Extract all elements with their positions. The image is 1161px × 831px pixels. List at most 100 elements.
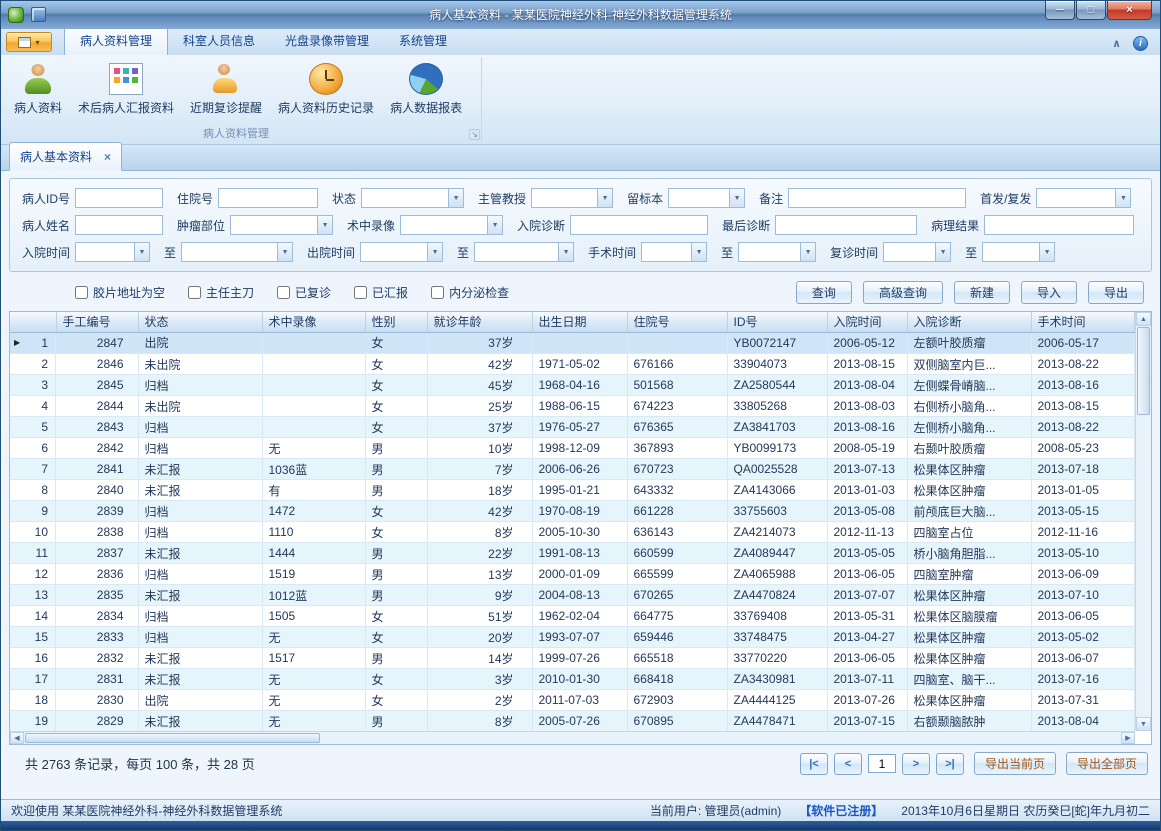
dropdown-arrow-icon[interactable]: ▼ [134, 243, 149, 261]
tool-followup-reminder[interactable]: 近期复诊提醒 [183, 59, 269, 120]
table-row[interactable]: 22846未出院女42岁1971-05-02676166339040732013… [10, 354, 1135, 375]
table-row[interactable]: 172831未汇报无女3岁2010-01-30668418ZA343098120… [10, 669, 1135, 690]
dropdown-arrow-icon[interactable]: ▼ [1039, 243, 1054, 261]
dropdown-arrow-icon[interactable]: ▼ [729, 189, 744, 207]
tool-postop-report[interactable]: 术后病人汇报资料 [71, 59, 181, 120]
maximize-button[interactable]: □ [1076, 1, 1106, 20]
dialog-launcher-icon[interactable]: ↘ [469, 129, 480, 140]
ribbon-menu-button[interactable]: ▾ [6, 32, 52, 52]
table-row[interactable]: ▶12847出院女37岁YB00721472006-05-12左额叶胶质瘤200… [10, 332, 1135, 354]
prev-page-button[interactable]: < [834, 753, 862, 775]
filter-input-patient-name[interactable] [75, 215, 163, 235]
table-row[interactable]: 192829未汇报无男8岁2005-07-26670895ZA447847120… [10, 711, 1135, 732]
filter-input-admission-diagnosis[interactable] [570, 215, 708, 235]
query-button[interactable]: 查询 [796, 281, 852, 304]
filter-combo-surgery-date-to[interactable]: ▼ [738, 242, 816, 262]
title-bar[interactable]: 病人基本资料 - 某某医院神经外科-神经外科数据管理系统 ─ □ × [1, 1, 1160, 29]
column-header-manual-no[interactable]: 手工编号 [56, 312, 138, 332]
close-button[interactable]: × [1107, 1, 1152, 20]
advanced-query-button[interactable]: 高级查询 [863, 281, 943, 304]
last-page-button[interactable]: >| [936, 753, 964, 775]
tab-department-staff[interactable]: 科室人员信息 [168, 27, 270, 55]
dropdown-arrow-icon[interactable]: ▼ [597, 189, 612, 207]
filter-input-inpatient-no[interactable] [218, 188, 318, 208]
endocrine-exam-checkbox[interactable] [431, 286, 444, 299]
filter-combo-intraop-video[interactable]: ▼ [400, 215, 503, 235]
info-icon[interactable]: i [1133, 36, 1148, 51]
table-row[interactable]: 82840未汇报有男18岁1995-01-21643332ZA414306620… [10, 480, 1135, 501]
tool-data-report[interactable]: 病人数据报表 [383, 59, 469, 120]
filter-combo-discharge-date-from[interactable]: ▼ [360, 242, 443, 262]
column-header-gender[interactable]: 性别 [365, 312, 427, 332]
dropdown-arrow-icon[interactable]: ▼ [1115, 189, 1130, 207]
dropdown-arrow-icon[interactable]: ▼ [558, 243, 573, 261]
table-row[interactable]: 42844未出院女25岁1988-06-15674223338052682013… [10, 396, 1135, 417]
table-row[interactable]: 92839归档1472女42岁1970-08-19661228337556032… [10, 501, 1135, 522]
table-row[interactable]: 72841未汇报1036蓝男7岁2006-06-26670723QA002552… [10, 459, 1135, 480]
scroll-left-icon[interactable]: ◀ [10, 732, 24, 744]
film-address-empty-checkbox[interactable] [75, 286, 88, 299]
scroll-right-icon[interactable]: ▶ [1121, 732, 1135, 744]
checkbox-chief-surgeon-operated[interactable]: 主任主刀 [188, 284, 254, 301]
filter-combo-followup-date-from[interactable]: ▼ [883, 242, 951, 262]
checkbox-reported[interactable]: 已汇报 [354, 284, 408, 301]
filter-combo-supervising-professor[interactable]: ▼ [531, 188, 613, 208]
next-page-button[interactable]: > [902, 753, 930, 775]
table-row[interactable]: 132835未汇报1012蓝男9岁2004-08-13670265ZA44708… [10, 585, 1135, 606]
scroll-down-icon[interactable]: ▼ [1136, 717, 1151, 731]
tool-patient-info[interactable]: 病人资料 [7, 59, 69, 120]
quick-access-icon[interactable] [31, 7, 46, 22]
checkbox-followup-done[interactable]: 已复诊 [277, 284, 331, 301]
scroll-track[interactable] [321, 732, 1121, 744]
import-button[interactable]: 导入 [1021, 281, 1077, 304]
tool-history[interactable]: 病人资料历史记录 [271, 59, 381, 120]
tab-close-icon[interactable]: × [104, 150, 111, 164]
export-all-pages-button[interactable]: 导出全部页 [1066, 752, 1148, 775]
followup-done-checkbox[interactable] [277, 286, 290, 299]
table-row[interactable]: 112837未汇报1444男22岁1991-08-13660599ZA40894… [10, 543, 1135, 564]
filter-combo-first-or-recurrent[interactable]: ▼ [1036, 188, 1131, 208]
export-button[interactable]: 导出 [1088, 281, 1144, 304]
dropdown-arrow-icon[interactable]: ▼ [277, 243, 292, 261]
table-row[interactable]: 142834归档1505女51岁1962-02-0466477533769408… [10, 606, 1135, 627]
new-button[interactable]: 新建 [954, 281, 1010, 304]
table-row[interactable]: 52843归档女37岁1976-05-27676365ZA38417032013… [10, 417, 1135, 438]
minimize-button[interactable]: ─ [1045, 1, 1075, 20]
horizontal-scroll-thumb[interactable] [25, 733, 320, 743]
filter-input-final-diagnosis[interactable] [775, 215, 917, 235]
filter-combo-status[interactable]: ▼ [361, 188, 464, 208]
tab-patient-data-management[interactable]: 病人资料管理 [64, 26, 168, 56]
column-header-birth-date[interactable]: 出生日期 [532, 312, 627, 332]
dropdown-arrow-icon[interactable]: ▼ [691, 243, 706, 261]
column-header-inpatient-no[interactable]: 住院号 [627, 312, 727, 332]
filter-combo-admission-date-to[interactable]: ▼ [181, 242, 293, 262]
column-header-id-no[interactable]: ID号 [727, 312, 827, 332]
collapse-ribbon-icon[interactable]: ∧ [1112, 37, 1121, 50]
filter-combo-discharge-date-to[interactable]: ▼ [474, 242, 574, 262]
chief-surgeon-operated-checkbox[interactable] [188, 286, 201, 299]
table-row[interactable]: 102838归档1110女8岁2005-10-30636143ZA4214073… [10, 522, 1135, 543]
column-header-intraop-video[interactable]: 术中录像 [262, 312, 365, 332]
first-page-button[interactable]: |< [800, 753, 828, 775]
checkbox-endocrine-exam[interactable]: 内分泌检查 [431, 284, 509, 301]
dropdown-arrow-icon[interactable]: ▼ [487, 216, 502, 234]
filter-combo-followup-date-to[interactable]: ▼ [982, 242, 1055, 262]
dropdown-arrow-icon[interactable]: ▼ [427, 243, 442, 261]
table-row[interactable]: 182830出院无女2岁2011-07-03672903ZA4444125201… [10, 690, 1135, 711]
export-current-page-button[interactable]: 导出当前页 [974, 752, 1056, 775]
column-header-admission-date[interactable]: 入院时间 [827, 312, 907, 332]
filter-combo-surgery-date-from[interactable]: ▼ [641, 242, 707, 262]
reported-checkbox[interactable] [354, 286, 367, 299]
horizontal-scrollbar[interactable]: ◀ ▶ [10, 731, 1135, 744]
filter-combo-admission-date-from[interactable]: ▼ [75, 242, 150, 262]
column-header-age-at-visit[interactable]: 就诊年龄 [427, 312, 532, 332]
vertical-scroll-thumb[interactable] [1137, 327, 1150, 415]
dropdown-arrow-icon[interactable]: ▼ [448, 189, 463, 207]
column-header-status[interactable]: 状态 [138, 312, 262, 332]
tab-patient-basic-info[interactable]: 病人基本资料 × [9, 142, 122, 171]
dropdown-arrow-icon[interactable]: ▼ [935, 243, 950, 261]
scroll-up-icon[interactable]: ▲ [1136, 312, 1151, 326]
checkbox-film-address-empty[interactable]: 胶片地址为空 [75, 284, 165, 301]
table-row[interactable]: 32845归档女45岁1968-04-16501568ZA25805442013… [10, 375, 1135, 396]
tab-disc-video-management[interactable]: 光盘录像带管理 [270, 27, 384, 55]
